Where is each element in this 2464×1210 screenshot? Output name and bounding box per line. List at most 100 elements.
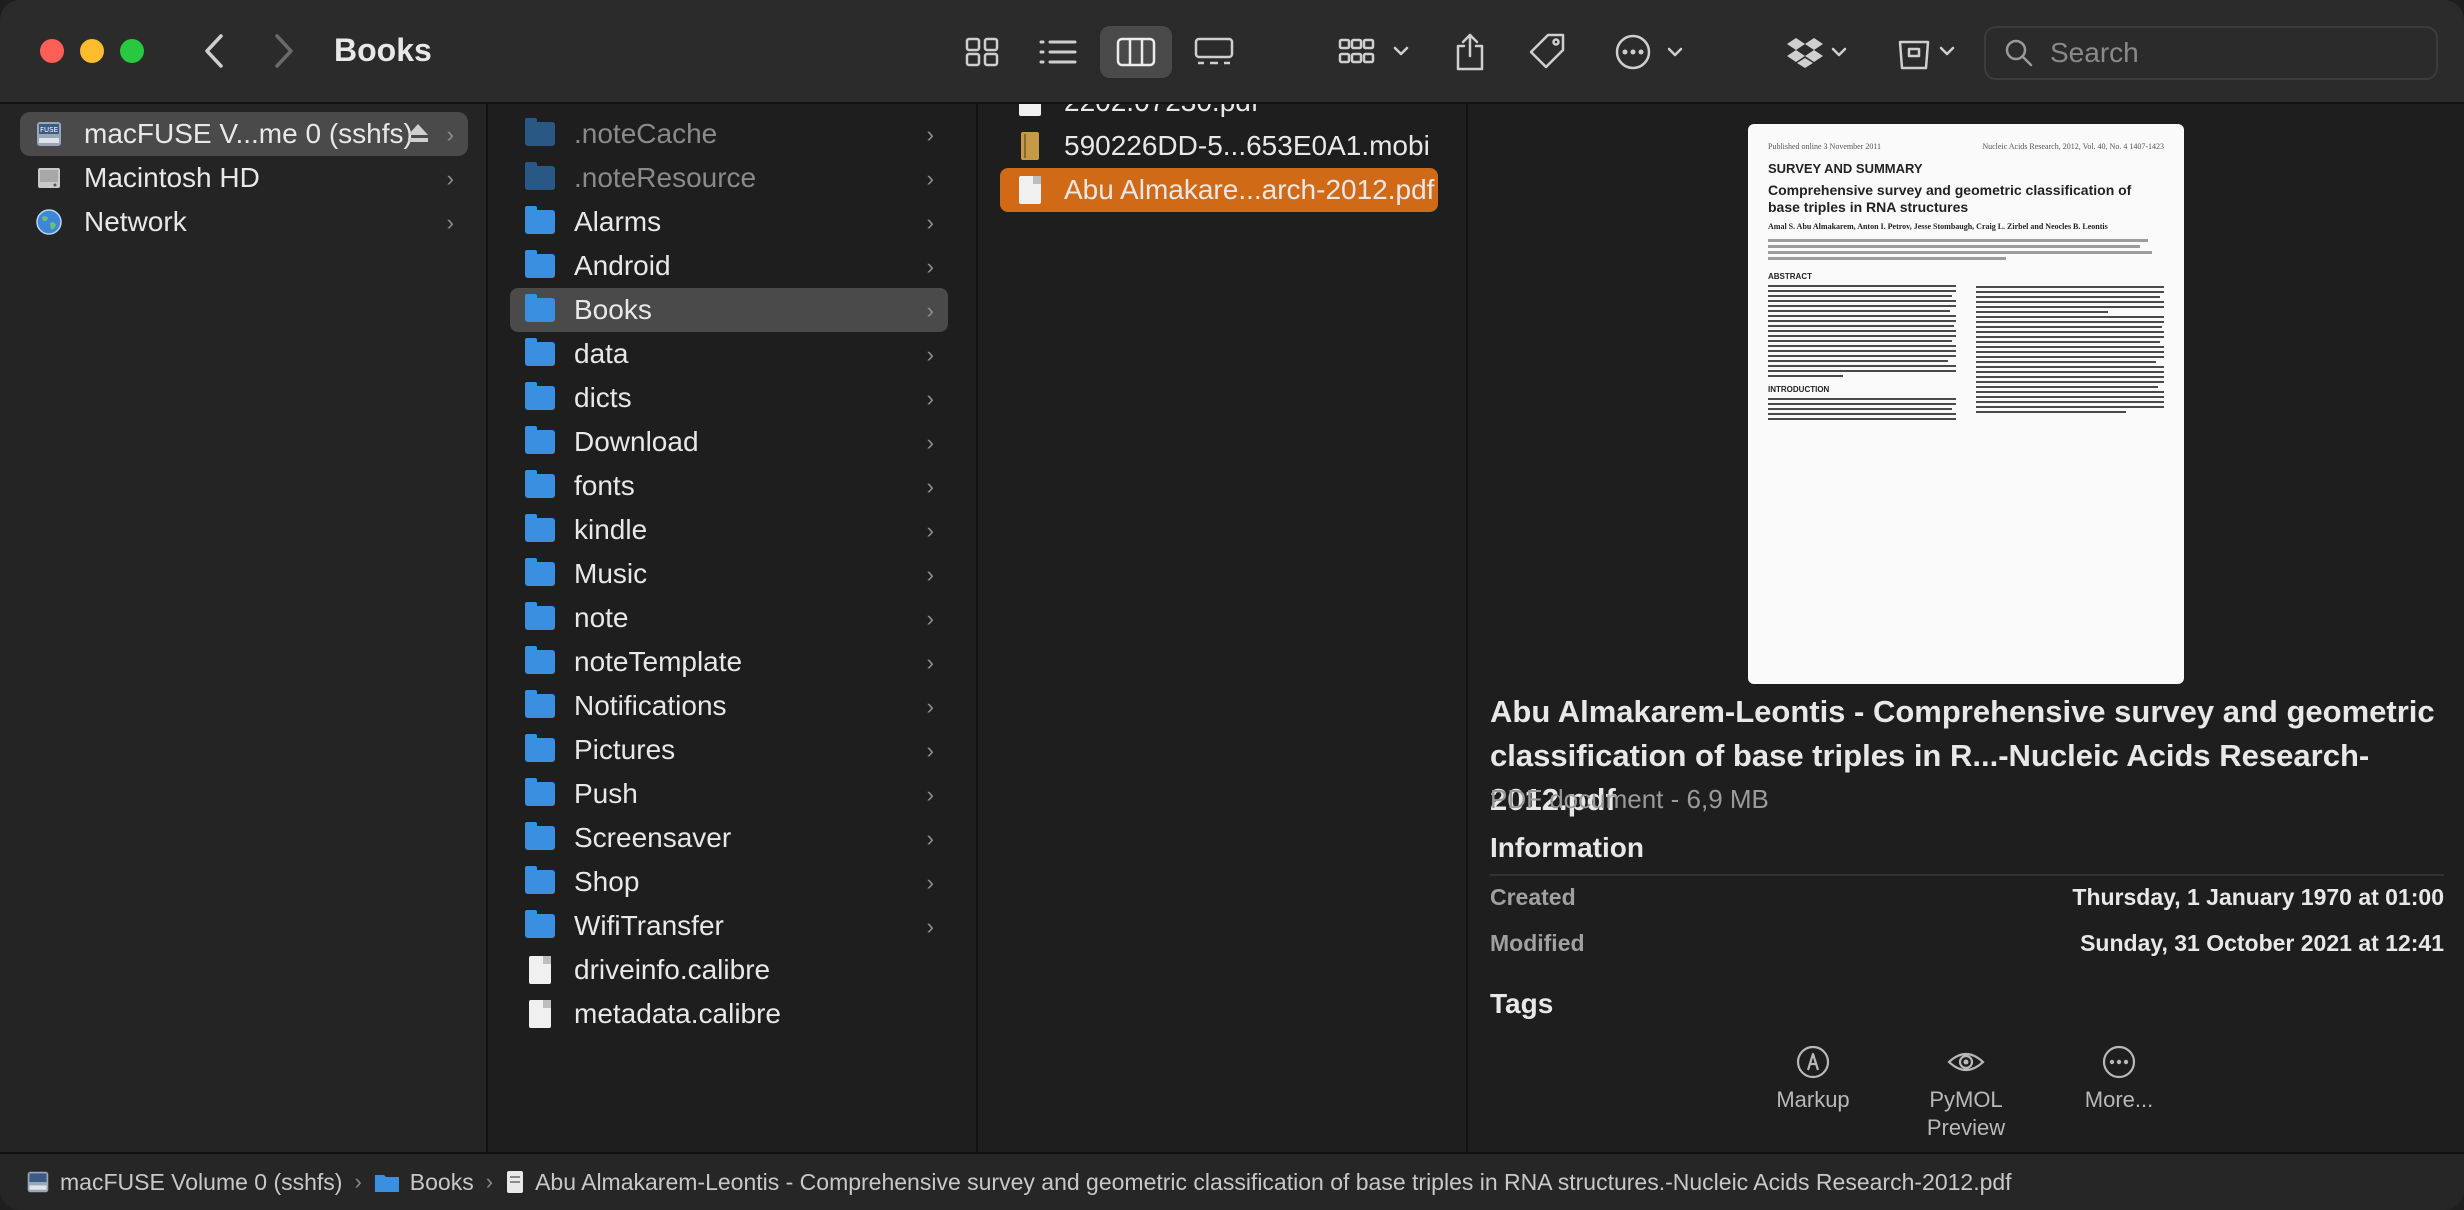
folder-item[interactable]: WifiTransfer › xyxy=(510,904,948,948)
folder-icon xyxy=(524,646,556,676)
sidebar-item-macfuse[interactable]: FUSE macFUSE V...me 0 (sshfs) › xyxy=(20,112,468,156)
folder-item[interactable]: noteTemplate › xyxy=(510,640,948,684)
markup-button[interactable]: Markup xyxy=(1733,1044,1893,1114)
group-by-button[interactable] xyxy=(1338,26,1414,78)
path-separator-icon: › xyxy=(485,1169,494,1194)
folder-icon xyxy=(524,602,556,632)
folder-label: .noteResource xyxy=(574,162,757,193)
path-separator-icon: › xyxy=(354,1169,362,1194)
folder-icon xyxy=(524,514,556,544)
folder-icon xyxy=(524,338,556,368)
file-item[interactable]: 590226DD-5...653E0A1.mobi xyxy=(1000,124,1438,168)
close-window-button[interactable] xyxy=(40,39,64,63)
dropbox-button[interactable] xyxy=(1786,26,1850,78)
sidebar-item-label: Network xyxy=(84,206,187,237)
chevron-right-icon: › xyxy=(446,122,454,147)
sidebar-item-network[interactable]: Network › xyxy=(20,200,468,244)
folder-item[interactable]: Push › xyxy=(510,772,948,816)
chevron-right-icon: › xyxy=(926,826,934,851)
path-label: macFUSE Volume 0 (sshfs) xyxy=(60,1168,343,1195)
zoom-window-button[interactable] xyxy=(120,39,144,63)
folder-icon xyxy=(524,382,556,412)
list-view-icon xyxy=(1039,40,1077,64)
action-label: Markup xyxy=(1776,1087,1850,1112)
folder-item[interactable]: .noteCache › xyxy=(510,112,948,156)
column-books: 2202.07230.pdf 590226DD-5...653E0A1.mobi… xyxy=(980,104,1468,1152)
search-icon xyxy=(2005,39,2033,67)
folder-label: Music xyxy=(574,558,648,589)
folder-icon xyxy=(524,778,556,808)
chevron-right-icon xyxy=(275,34,293,68)
share-button[interactable] xyxy=(1452,26,1488,78)
folder-label: kindle xyxy=(574,514,648,545)
chevron-right-icon: › xyxy=(926,254,934,279)
gallery-view-button[interactable] xyxy=(1190,26,1238,78)
folder-item[interactable]: Android › xyxy=(510,244,948,288)
search-field[interactable]: Search xyxy=(1984,26,2438,80)
search-placeholder: Search xyxy=(2050,37,2139,68)
tags-heading: Tags xyxy=(1490,988,1554,1019)
list-view-button[interactable] xyxy=(1036,26,1080,78)
pdf-file-icon xyxy=(1014,176,1046,204)
back-button[interactable] xyxy=(192,28,236,74)
folder-item[interactable]: Download › xyxy=(510,420,948,464)
file-item-selected[interactable]: Abu Almakare...arch-2012.pdf xyxy=(1000,168,1438,212)
path-item-books[interactable]: Books xyxy=(374,1169,474,1196)
folder-item[interactable]: Pictures › xyxy=(510,728,948,772)
thumbnail-abstract-label: ABSTRACT xyxy=(1768,272,1812,281)
pdf-thumbnail[interactable]: Published online 3 November 2011 Nucleic… xyxy=(1748,124,2184,684)
folder-item[interactable]: Alarms › xyxy=(510,200,948,244)
pymol-preview-button[interactable]: PyMOL Preview xyxy=(1886,1044,2046,1142)
folder-item[interactable]: data › xyxy=(510,332,948,376)
thumbnail-intro-label: INTRODUCTION xyxy=(1768,385,1830,394)
path-item-volume[interactable]: macFUSE Volume 0 (sshfs) xyxy=(26,1169,342,1196)
file-item[interactable]: metadata.calibre xyxy=(510,992,948,1036)
hard-drive-icon xyxy=(34,163,64,193)
folder-item[interactable]: note › xyxy=(510,596,948,640)
icon-view-button[interactable] xyxy=(960,26,1004,78)
path-item-file[interactable]: Abu Almakarem-Leontis - Comprehensive su… xyxy=(505,1169,2012,1196)
folder-icon xyxy=(524,558,556,588)
chevron-right-icon: › xyxy=(926,342,934,367)
folder-label: Notifications xyxy=(574,690,727,721)
thumbnail-body: ABSTRACT INTRODUCTION xyxy=(1768,272,2164,423)
file-item[interactable]: 2202.07230.pdf xyxy=(1000,104,1438,124)
tags-button[interactable] xyxy=(1526,26,1568,78)
folder-icon xyxy=(524,470,556,500)
folder-icon xyxy=(524,162,556,192)
actions-button[interactable] xyxy=(1612,26,1688,78)
archive-button[interactable] xyxy=(1896,26,1960,78)
folder-label: Screensaver xyxy=(574,822,732,853)
folder-item[interactable]: Music › xyxy=(510,552,948,596)
thumbnail-title: Comprehensive survey and geometric class… xyxy=(1768,182,2132,215)
chevron-right-icon: › xyxy=(926,122,934,147)
forward-button[interactable] xyxy=(262,28,306,74)
folder-label: WifiTransfer xyxy=(574,910,724,941)
folder-icon xyxy=(524,250,556,280)
thumbnail-authors: Amal S. Abu Almakarem, Anton I. Petrov, … xyxy=(1768,222,2108,231)
folder-icon xyxy=(524,206,556,236)
dropbox-icon xyxy=(1787,38,1847,68)
folder-item[interactable]: kindle › xyxy=(510,508,948,552)
icon-view-icon xyxy=(965,37,999,67)
sidebar-item-macintosh-hd[interactable]: Macintosh HD › xyxy=(20,156,468,200)
folder-label: Books xyxy=(574,294,652,325)
column-view-button[interactable] xyxy=(1100,26,1172,78)
file-item[interactable]: driveinfo.calibre xyxy=(510,948,948,992)
minimize-window-button[interactable] xyxy=(80,39,104,63)
folder-item[interactable]: dicts › xyxy=(510,376,948,420)
folder-item[interactable]: fonts › xyxy=(510,464,948,508)
folder-item[interactable]: Notifications › xyxy=(510,684,948,728)
folder-icon xyxy=(524,690,556,720)
folder-item[interactable]: .noteResource › xyxy=(510,156,948,200)
mobi-file-icon xyxy=(1014,132,1046,160)
folder-item[interactable]: Screensaver › xyxy=(510,816,948,860)
chevron-right-icon: › xyxy=(926,518,934,543)
eject-icon[interactable] xyxy=(406,122,430,149)
more-button[interactable]: More... xyxy=(2039,1044,2199,1114)
folder-item-selected[interactable]: Books › xyxy=(510,288,948,332)
sidebar: FUSE macFUSE V...me 0 (sshfs) › Macintos… xyxy=(0,104,488,1152)
chevron-right-icon: › xyxy=(926,650,934,675)
folder-item[interactable]: Shop › xyxy=(510,860,948,904)
thumbnail-header-right: Nucleic Acids Research, 2012, Vol. 40, N… xyxy=(1982,142,2164,151)
